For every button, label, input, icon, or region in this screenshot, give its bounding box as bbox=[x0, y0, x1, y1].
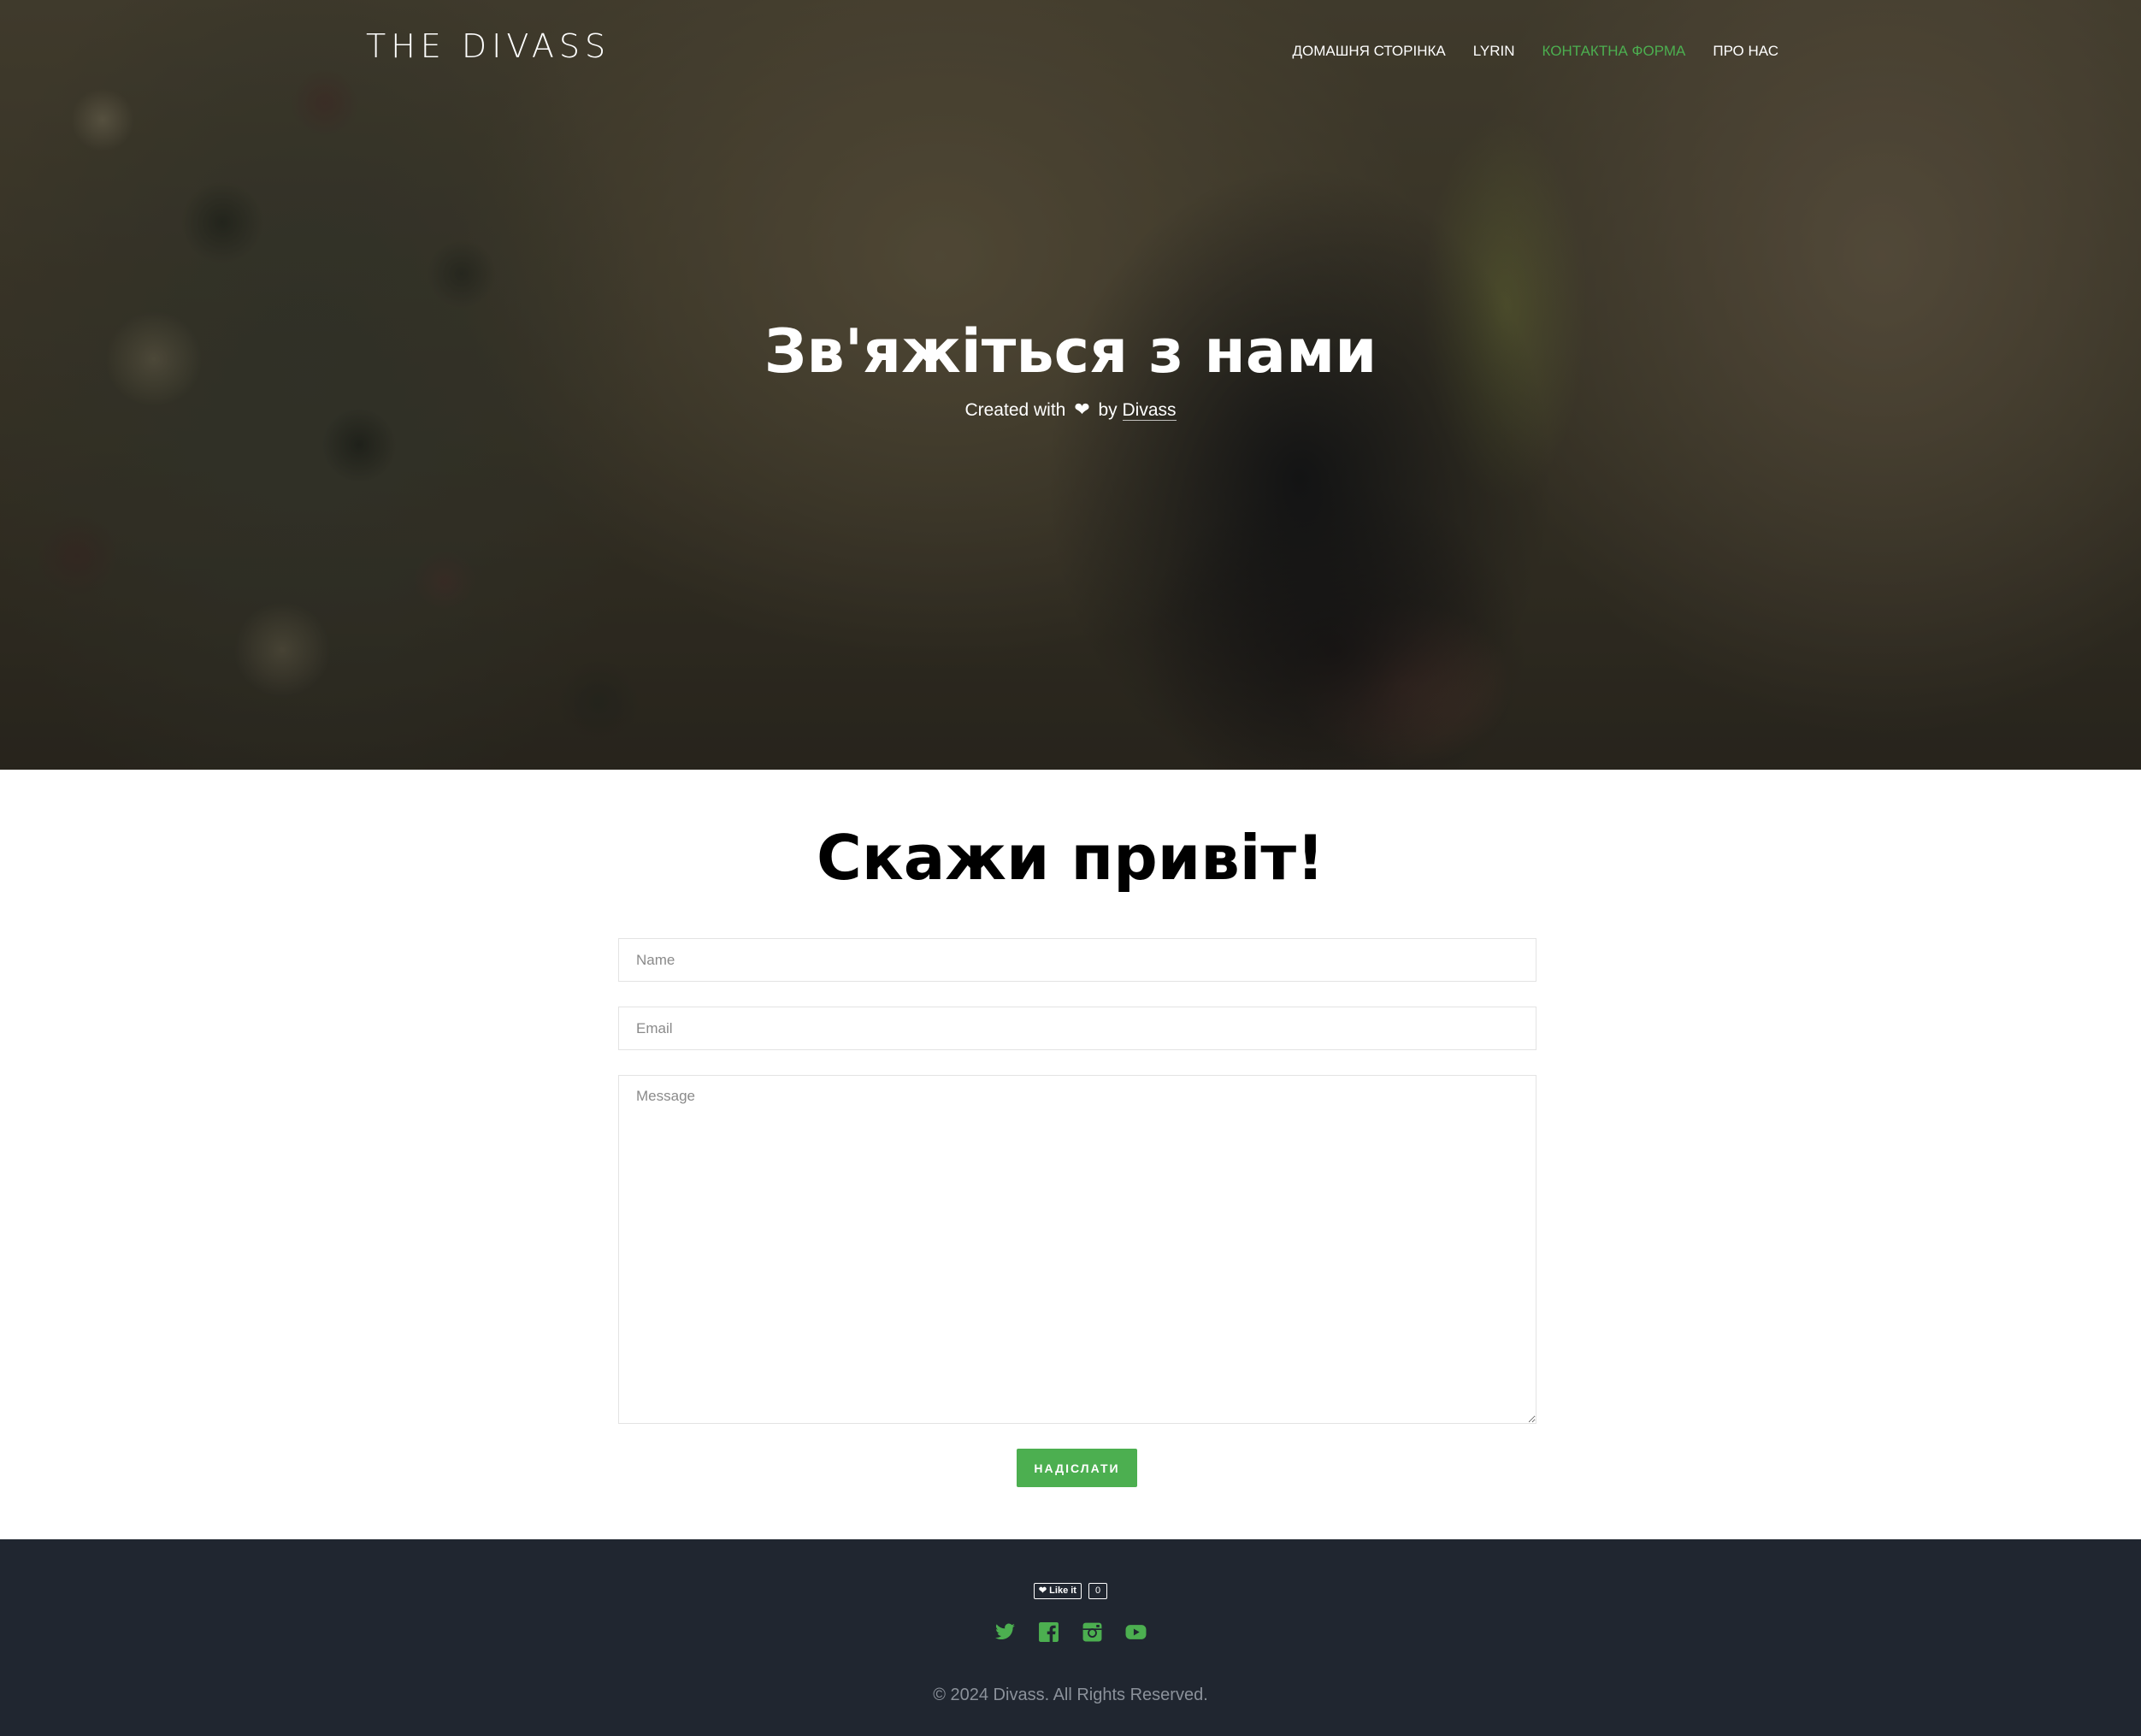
message-field[interactable] bbox=[618, 1075, 1536, 1424]
like-count: 0 bbox=[1088, 1583, 1108, 1599]
nav-item-home[interactable]: ДОМАШНЯ СТОРІНКА bbox=[1293, 39, 1446, 63]
nav-menu: ДОМАШНЯ СТОРІНКА LYRIN КОНТАКТНА ФОРМА П… bbox=[1293, 39, 1779, 63]
author-link[interactable]: Divass bbox=[1122, 400, 1177, 421]
twitter-icon[interactable] bbox=[994, 1621, 1016, 1643]
credit-by: by bbox=[1098, 400, 1118, 420]
name-field[interactable] bbox=[618, 938, 1536, 982]
social-links bbox=[0, 1621, 2141, 1643]
top-navigation: THE DIVASS ДОМАШНЯ СТОРІНКА LYRIN КОНТАК… bbox=[0, 0, 2141, 103]
footer: ❤ Like it 0 © 2024 Divass. All Rights Re… bbox=[0, 1539, 2141, 1736]
like-widget: ❤ Like it 0 bbox=[0, 1583, 2141, 1599]
heart-icon: ❤ bbox=[1074, 399, 1090, 420]
credit-prefix: Created with bbox=[964, 400, 1066, 420]
nav-item-contact-form[interactable]: КОНТАКТНА ФОРМА bbox=[1542, 39, 1686, 63]
nav-item-lyrin[interactable]: LYRIN bbox=[1473, 39, 1515, 63]
email-field[interactable] bbox=[618, 1007, 1536, 1050]
hero-section: THE DIVASS ДОМАШНЯ СТОРІНКА LYRIN КОНТАК… bbox=[0, 0, 2141, 770]
contact-title: Скажи привіт! bbox=[817, 822, 1324, 894]
copyright-text: © 2024 Divass. All Rights Reserved. bbox=[933, 1686, 1208, 1704]
facebook-icon[interactable] bbox=[1038, 1621, 1059, 1643]
youtube-icon[interactable] bbox=[1125, 1621, 1147, 1643]
site-logo[interactable]: THE DIVASS bbox=[366, 26, 610, 67]
like-button[interactable]: ❤ Like it bbox=[1033, 1583, 1082, 1599]
hero-credit: Created with ❤ by Divass bbox=[0, 397, 2141, 423]
contact-section: Скажи привіт! НАДІСЛАТИ bbox=[0, 770, 2141, 1539]
nav-item-about[interactable]: ПРО НАС bbox=[1713, 39, 1778, 63]
page-title: Зв'яжіться з нами bbox=[764, 316, 1377, 387]
submit-button[interactable]: НАДІСЛАТИ bbox=[1017, 1449, 1137, 1487]
instagram-icon[interactable] bbox=[1082, 1621, 1103, 1643]
